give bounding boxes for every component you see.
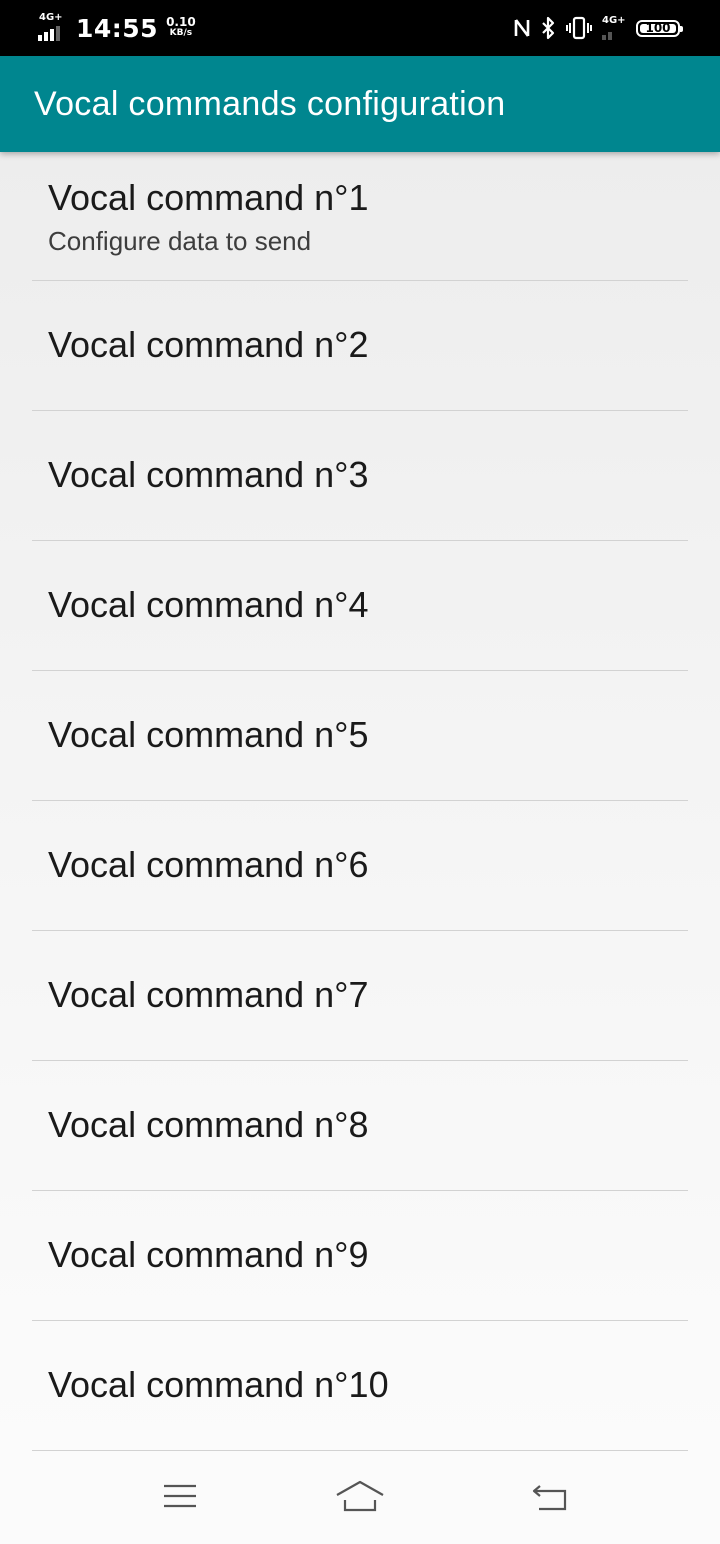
list-item-command-9[interactable]: Vocal command n°9 bbox=[32, 1191, 688, 1321]
menu-icon bbox=[163, 1482, 197, 1514]
item-title: Vocal command n°3 bbox=[48, 454, 369, 495]
list-item-command-5[interactable]: Vocal command n°5 bbox=[32, 671, 688, 801]
home-icon bbox=[335, 1479, 385, 1517]
battery-icon: 100 bbox=[636, 19, 683, 37]
status-bar: 4G+ 14:55 0.10 KB/s 4G+ 100 bbox=[0, 0, 720, 56]
network-type: 4G+ bbox=[39, 12, 63, 23]
list-item-command-4[interactable]: Vocal command n°4 bbox=[32, 541, 688, 671]
item-title: Vocal command n°4 bbox=[48, 584, 369, 625]
network-speed-unit: KB/s bbox=[169, 28, 193, 38]
bluetooth-icon bbox=[540, 16, 556, 40]
menu-button[interactable] bbox=[155, 1480, 205, 1516]
item-summary: Configure data to send bbox=[48, 226, 312, 256]
item-title: Vocal command n°8 bbox=[48, 1104, 369, 1145]
list-item-command-10[interactable]: Vocal command n°10 bbox=[32, 1321, 688, 1451]
commands-list-container: Vocal command n°1 Configure data to send… bbox=[0, 152, 720, 1452]
item-title: Vocal command n°9 bbox=[48, 1234, 369, 1275]
item-title: Vocal command n°1 bbox=[48, 177, 369, 218]
signal-icon: 4G+ bbox=[38, 13, 68, 43]
status-left: 4G+ 14:55 0.10 KB/s bbox=[38, 12, 196, 44]
network-type-2: 4G+ bbox=[602, 15, 626, 26]
item-title: Vocal command n°7 bbox=[48, 974, 369, 1015]
back-button[interactable] bbox=[525, 1480, 575, 1516]
battery-level: 100 bbox=[645, 21, 671, 35]
status-time: 14:55 bbox=[76, 13, 159, 43]
back-icon bbox=[531, 1480, 569, 1516]
list-item-command-2[interactable]: Vocal command n°2 bbox=[32, 281, 688, 411]
item-title: Vocal command n°5 bbox=[48, 714, 369, 755]
nfc-icon bbox=[514, 17, 530, 39]
status-right: 4G+ 100 bbox=[504, 14, 683, 42]
home-button[interactable] bbox=[335, 1480, 385, 1516]
network-speed-value: 0.10 bbox=[166, 15, 196, 29]
list-item-command-3[interactable]: Vocal command n°3 bbox=[32, 411, 688, 541]
list-item-command-6[interactable]: Vocal command n°6 bbox=[32, 801, 688, 931]
list-item-command-7[interactable]: Vocal command n°7 bbox=[32, 931, 688, 1061]
list-item-command-1[interactable]: Vocal command n°1 Configure data to send bbox=[32, 152, 688, 281]
signal-icon: 4G+ bbox=[602, 14, 628, 42]
vibrate-icon bbox=[566, 16, 592, 40]
list-item-command-8[interactable]: Vocal command n°8 bbox=[32, 1061, 688, 1191]
item-title: Vocal command n°10 bbox=[48, 1364, 389, 1405]
page-title: Vocal commands configuration bbox=[34, 85, 506, 123]
network-speed: 0.10 KB/s bbox=[166, 15, 196, 39]
navigation-bar bbox=[0, 1452, 720, 1544]
item-title: Vocal command n°2 bbox=[48, 324, 369, 365]
item-title: Vocal command n°6 bbox=[48, 844, 369, 885]
app-bar: Vocal commands configuration bbox=[0, 56, 720, 152]
commands-list: Vocal command n°1 Configure data to send… bbox=[0, 152, 720, 1451]
